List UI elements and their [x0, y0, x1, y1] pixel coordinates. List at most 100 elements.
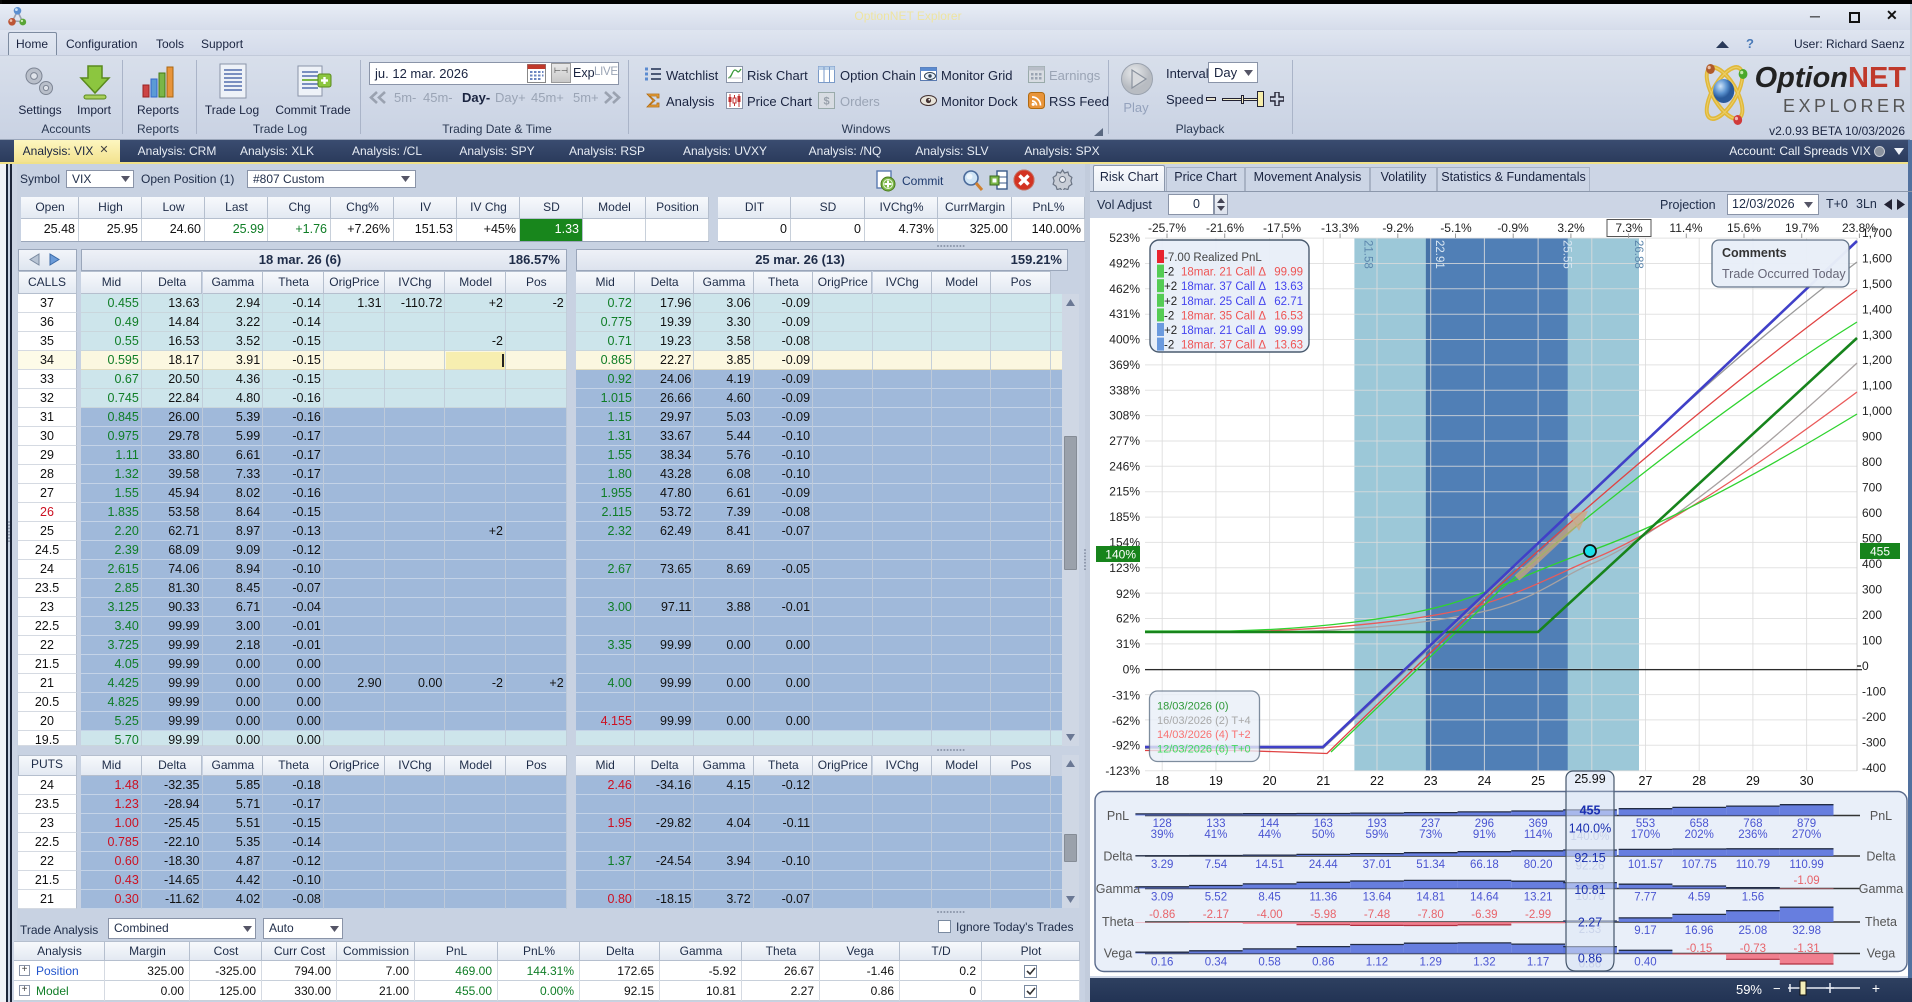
svg-text:13.63: 13.63 [1274, 340, 1303, 352]
svg-text:12/03/2026 (6) T+0: 12/03/2026 (6) T+0 [1157, 743, 1251, 755]
svg-text:3.09: 3.09 [1151, 892, 1173, 904]
svg-text:462%: 462% [1109, 282, 1140, 296]
svg-text:1,300: 1,300 [1862, 328, 1892, 342]
svg-text:277%: 277% [1109, 434, 1140, 448]
svg-text:18mar. 37 Call Δ: 18mar. 37 Call Δ [1181, 340, 1266, 352]
svg-text:170%: 170% [1631, 829, 1660, 841]
svg-text:0.58: 0.58 [1258, 957, 1280, 969]
svg-text:22.91: 22.91 [1433, 240, 1445, 269]
svg-text:400%: 400% [1109, 333, 1140, 347]
svg-text:1.17: 1.17 [1527, 957, 1549, 969]
svg-text:-2: -2 [1164, 340, 1174, 352]
svg-text:338%: 338% [1109, 383, 1140, 397]
svg-text:11.4%: 11.4% [1669, 221, 1702, 235]
svg-text:13.21: 13.21 [1524, 892, 1553, 904]
svg-text:1,000: 1,000 [1862, 404, 1892, 418]
svg-text:1,400: 1,400 [1862, 302, 1892, 316]
svg-text:9.17: 9.17 [1634, 925, 1656, 937]
svg-text:18mar. 35 Call Δ: 18mar. 35 Call Δ [1181, 310, 1266, 322]
svg-text:7.77: 7.77 [1634, 892, 1656, 904]
svg-text:18mar. 37 Call Δ: 18mar. 37 Call Δ [1181, 281, 1266, 293]
svg-text:140.0%: 140.0% [1570, 831, 1609, 843]
svg-text:91%: 91% [1473, 829, 1496, 841]
svg-text:523%: 523% [1109, 231, 1140, 245]
svg-text:92.26: 92.26 [1576, 861, 1605, 873]
svg-text:-25.7%: -25.7% [1148, 221, 1186, 235]
svg-text:114%: 114% [1524, 829, 1553, 841]
svg-text:7.3%: 7.3% [1615, 221, 1643, 235]
svg-text:15.6%: 15.6% [1727, 221, 1761, 235]
svg-text:14.51: 14.51 [1255, 859, 1284, 871]
svg-text:0%: 0% [1123, 663, 1141, 677]
svg-text:1,700: 1,700 [1862, 226, 1892, 240]
svg-text:8.45: 8.45 [1258, 892, 1280, 904]
svg-text:-5.1%: -5.1% [1440, 221, 1472, 235]
svg-text:25.08: 25.08 [1739, 925, 1768, 937]
svg-text:1,100: 1,100 [1862, 379, 1892, 393]
svg-text:62.71: 62.71 [1274, 296, 1303, 308]
svg-text:-200: -200 [1862, 710, 1886, 724]
svg-text:123%: 123% [1109, 561, 1140, 575]
svg-text:PnL: PnL [1107, 809, 1129, 823]
svg-text:14.64: 14.64 [1470, 892, 1499, 904]
svg-text:101.57: 101.57 [1628, 859, 1663, 871]
svg-text:18mar. 21 Call Δ: 18mar. 21 Call Δ [1181, 267, 1266, 279]
svg-text:1.56: 1.56 [1742, 892, 1764, 904]
svg-text:Gamma: Gamma [1859, 882, 1904, 896]
svg-text:80.20: 80.20 [1524, 859, 1553, 871]
svg-text:-0.73: -0.73 [1740, 943, 1766, 955]
svg-text:-21.6%: -21.6% [1206, 221, 1244, 235]
svg-text:Vega: Vega [1104, 947, 1133, 961]
svg-text:455: 455 [1870, 545, 1890, 559]
svg-text:400: 400 [1862, 557, 1882, 571]
svg-text:185%: 185% [1109, 510, 1140, 524]
svg-text:1.29: 1.29 [1420, 957, 1442, 969]
svg-text:-6.39: -6.39 [1471, 909, 1497, 921]
svg-text:0.16: 0.16 [1151, 957, 1173, 969]
svg-text:Trade Occurred Today: Trade Occurred Today [1722, 267, 1846, 281]
svg-text:66.18: 66.18 [1470, 859, 1499, 871]
svg-text:-1.31: -1.31 [1793, 943, 1819, 955]
svg-text:-0.9%: -0.9% [1497, 221, 1529, 235]
svg-text:18mar. 25 Call Δ: 18mar. 25 Call Δ [1181, 296, 1266, 308]
svg-text:-0.86: -0.86 [1149, 909, 1175, 921]
svg-text:-62%: -62% [1112, 714, 1140, 728]
svg-text:11.36: 11.36 [1309, 892, 1337, 904]
svg-text:-2.99: -2.99 [1525, 909, 1551, 921]
svg-text:+2: +2 [1164, 281, 1177, 293]
svg-text:92%: 92% [1116, 587, 1140, 601]
svg-text:1,600: 1,600 [1862, 251, 1892, 265]
svg-text:73%: 73% [1419, 829, 1442, 841]
svg-text:25.55: 25.55 [1561, 240, 1573, 269]
svg-text:0: 0 [1862, 659, 1869, 673]
svg-text:16.96: 16.96 [1685, 925, 1714, 937]
svg-text:800: 800 [1862, 455, 1882, 469]
svg-text:200: 200 [1862, 608, 1882, 622]
svg-text:110.99: 110.99 [1789, 859, 1823, 871]
svg-text:+2: +2 [1164, 296, 1177, 308]
svg-text:44%: 44% [1258, 829, 1281, 841]
svg-text:Vega: Vega [1867, 947, 1896, 961]
svg-text:0.40: 0.40 [1634, 957, 1656, 969]
svg-text:PnL: PnL [1870, 809, 1892, 823]
svg-text:31%: 31% [1116, 637, 1140, 651]
svg-text:308%: 308% [1109, 409, 1140, 423]
svg-text:+2: +2 [1164, 325, 1177, 337]
svg-text:21.58: 21.58 [1361, 240, 1373, 269]
svg-text:$: $ [823, 96, 829, 108]
svg-text:3.29: 3.29 [1151, 859, 1173, 871]
svg-text:+: + [1872, 980, 1880, 996]
svg-text:431%: 431% [1109, 307, 1140, 321]
svg-text:140%: 140% [1105, 548, 1136, 562]
svg-text:50%: 50% [1312, 829, 1335, 841]
svg-text:41%: 41% [1204, 829, 1227, 841]
svg-text:1.12: 1.12 [1366, 957, 1388, 969]
svg-text:16/03/2026 (2) T+4: 16/03/2026 (2) T+4 [1157, 715, 1251, 727]
svg-text:14.81: 14.81 [1416, 892, 1445, 904]
svg-text:100: 100 [1862, 634, 1882, 648]
svg-text:700: 700 [1862, 481, 1882, 495]
svg-text:14/03/2026 (4) T+2: 14/03/2026 (4) T+2 [1157, 729, 1251, 741]
svg-text:0.34: 0.34 [1205, 957, 1228, 969]
svg-text:59%: 59% [1365, 829, 1388, 841]
svg-text:Delta: Delta [1103, 850, 1132, 864]
